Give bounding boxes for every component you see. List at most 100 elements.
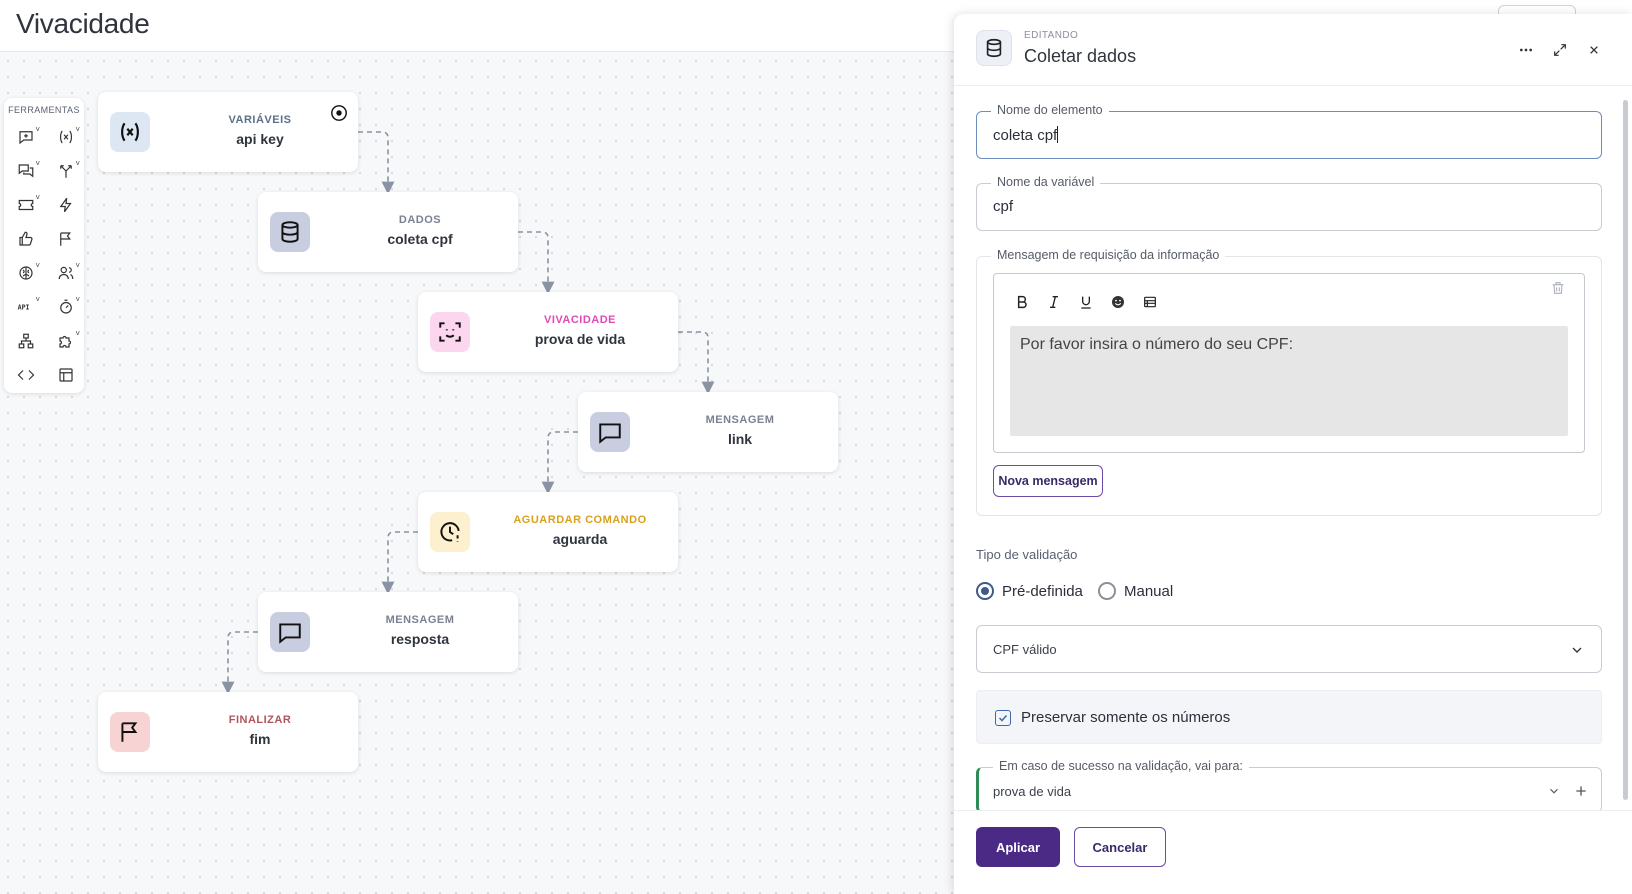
element-name-label: Nome do elemento — [991, 103, 1109, 117]
node-type-label: DADOS — [398, 214, 442, 226]
emoji-icon[interactable] — [1108, 292, 1128, 312]
node-type-label: FINALIZAR — [228, 714, 292, 726]
plus-icon[interactable] — [1573, 783, 1589, 799]
node-type-label: MENSAGEM — [705, 414, 775, 426]
element-name-value: coleta cpf — [993, 127, 1058, 144]
panel-scrollbar-thumb[interactable] — [1623, 100, 1628, 800]
radio-manual-label: Manual — [1124, 582, 1174, 600]
variable-name-label: Nome da variável — [991, 175, 1101, 189]
node-type-label: MENSAGEM — [385, 614, 455, 626]
check-icon — [998, 714, 1008, 722]
chat-bubble-icon — [590, 412, 630, 452]
radio-predefined-label: Pré-definida — [1002, 582, 1083, 600]
validation-rule-select[interactable]: CPF válido — [976, 625, 1602, 673]
users-tool-icon[interactable]: ˅ — [50, 260, 82, 286]
chat-tool-icon[interactable]: ˅ — [10, 158, 42, 184]
flow-node-data[interactable]: DADOS coleta cpf — [258, 192, 518, 272]
panel-subtitle: EDITANDO — [1024, 30, 1079, 41]
on-success-value: prova de vida — [993, 784, 1072, 799]
node-type-label: AGUARDAR COMANDO — [513, 514, 647, 526]
radio-predefined[interactable]: Pré-definida — [976, 582, 1083, 600]
sitemap-tool-icon[interactable] — [10, 328, 42, 354]
variable-tool-icon[interactable]: ˅ — [50, 124, 82, 150]
variable-name-field[interactable]: Nome da variável cpf — [976, 175, 1602, 231]
editor-toolbar — [1012, 292, 1160, 312]
variable-icon — [110, 112, 150, 152]
preserve-numbers-row[interactable]: Preservar somente os números — [976, 690, 1602, 744]
timer-tool-icon[interactable]: ˅ — [50, 294, 82, 320]
svg-text:API: API — [18, 303, 30, 311]
tools-palette: FERRAMENTAS ˅ ˅ ˅ ˅ ˅ ˅ ˅ API ˅ ˅ ˅ — [4, 98, 84, 393]
thumbs-up-tool-icon[interactable] — [10, 226, 42, 252]
database-icon — [270, 212, 310, 252]
radio-predefined-dot[interactable] — [976, 582, 994, 600]
panel-header: EDITANDO Coletar dados — [954, 14, 1632, 86]
code-tool-icon[interactable] — [10, 362, 42, 388]
text-cursor — [1057, 126, 1059, 143]
start-node-icon — [331, 105, 347, 121]
request-message-group: Mensagem de requisição da informação Por… — [976, 248, 1602, 516]
flag-icon — [110, 712, 150, 752]
node-type-label: VARIÁVEIS — [228, 114, 292, 126]
face-scan-icon — [430, 312, 470, 352]
api-tool-icon[interactable]: API ˅ — [10, 294, 42, 320]
request-message-label: Mensagem de requisição da informação — [991, 248, 1226, 262]
italic-icon[interactable] — [1044, 292, 1064, 312]
on-success-select[interactable]: Em caso de sucesso na validação, vai par… — [976, 759, 1602, 813]
tools-palette-title: FERRAMENTAS — [8, 105, 80, 115]
apply-button[interactable]: Aplicar — [976, 827, 1060, 867]
new-message-button[interactable]: Nova mensagem — [993, 465, 1103, 497]
node-name-label: fim — [249, 731, 271, 747]
flag-tool-icon[interactable] — [50, 226, 82, 252]
ticket-tool-icon[interactable]: ˅ — [10, 192, 42, 218]
flow-node-variables[interactable]: VARIÁVEIS api key — [98, 92, 358, 172]
panel-footer: Aplicar Cancelar — [954, 810, 1632, 894]
chat-bubble-icon — [270, 612, 310, 652]
puzzle-tool-icon[interactable]: ˅ — [50, 328, 82, 354]
element-name-field[interactable]: Nome do elemento coleta cpf — [976, 103, 1602, 159]
message-add-tool-icon[interactable]: ˅ — [10, 124, 42, 150]
flow-node-message-response[interactable]: MENSAGEM resposta — [258, 592, 518, 672]
flow-node-finish[interactable]: FINALIZAR fim — [98, 692, 358, 772]
edit-panel: EDITANDO Coletar dados Nome do elemento … — [954, 14, 1632, 894]
node-name-label: link — [727, 431, 753, 447]
node-type-label: VIVACIDADE — [543, 314, 617, 326]
node-name-label: api key — [236, 131, 284, 147]
expand-icon[interactable] — [1550, 40, 1570, 60]
validation-type-label: Tipo de validação — [976, 547, 1078, 562]
branch-tool-icon[interactable]: ˅ — [50, 158, 82, 184]
trash-icon[interactable] — [1550, 280, 1566, 296]
brain-tool-icon[interactable]: ˅ — [10, 260, 42, 286]
chevron-down-icon[interactable] — [1547, 784, 1561, 798]
message-editor: Por favor insira o número do seu CPF: — [993, 273, 1585, 453]
flow-node-message-link[interactable]: MENSAGEM link — [578, 392, 838, 472]
more-options-icon[interactable] — [1516, 40, 1536, 60]
validation-rule-value: CPF válido — [993, 642, 1057, 657]
node-name-label: aguarda — [552, 531, 608, 547]
preserve-numbers-checkbox[interactable] — [995, 710, 1011, 726]
preserve-numbers-label: Preservar somente os números — [1021, 709, 1231, 726]
clock-alert-icon — [430, 512, 470, 552]
flow-node-wait-command[interactable]: AGUARDAR COMANDO aguarda — [418, 492, 678, 572]
underline-icon[interactable] — [1076, 292, 1096, 312]
radio-manual[interactable]: Manual — [1098, 582, 1173, 600]
node-name-label: resposta — [390, 631, 450, 647]
bold-icon[interactable] — [1012, 292, 1032, 312]
flow-node-liveness[interactable]: VIVACIDADE prova de vida — [418, 292, 678, 372]
page-title: Vivacidade — [16, 8, 150, 39]
close-icon[interactable] — [1584, 40, 1604, 60]
message-text-area[interactable]: Por favor insira o número do seu CPF: — [1010, 326, 1568, 436]
radio-manual-dot[interactable] — [1098, 582, 1116, 600]
variable-name-input[interactable]: cpf — [993, 198, 1013, 215]
panel-title: Coletar dados — [1024, 46, 1137, 66]
node-name-label: coleta cpf — [387, 231, 453, 247]
table-tool-icon[interactable] — [50, 362, 82, 388]
database-icon — [976, 30, 1012, 66]
chevron-down-icon — [1572, 647, 1582, 653]
template-list-icon[interactable] — [1140, 292, 1160, 312]
node-name-label: prova de vida — [534, 331, 626, 347]
lightning-tool-icon[interactable] — [50, 192, 82, 218]
on-success-label: Em caso de sucesso na validação, vai par… — [993, 759, 1249, 773]
cancel-button[interactable]: Cancelar — [1074, 827, 1166, 867]
element-name-input[interactable]: coleta cpf — [993, 126, 1059, 144]
